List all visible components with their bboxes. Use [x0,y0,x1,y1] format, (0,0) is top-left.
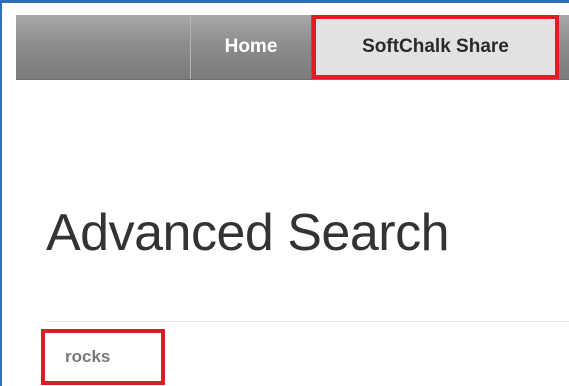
divider [46,321,569,322]
nav-item-softchalk-share[interactable]: SoftChalk Share [312,15,559,79]
app-window: Home SoftChalk Share Advanced Search roc… [0,0,569,386]
search-keyword-tag[interactable]: rocks [41,329,165,385]
top-navigation-bar: Home SoftChalk Share [16,15,569,80]
nav-item-home[interactable]: Home [190,15,312,79]
page-title: Advanced Search [46,204,450,262]
